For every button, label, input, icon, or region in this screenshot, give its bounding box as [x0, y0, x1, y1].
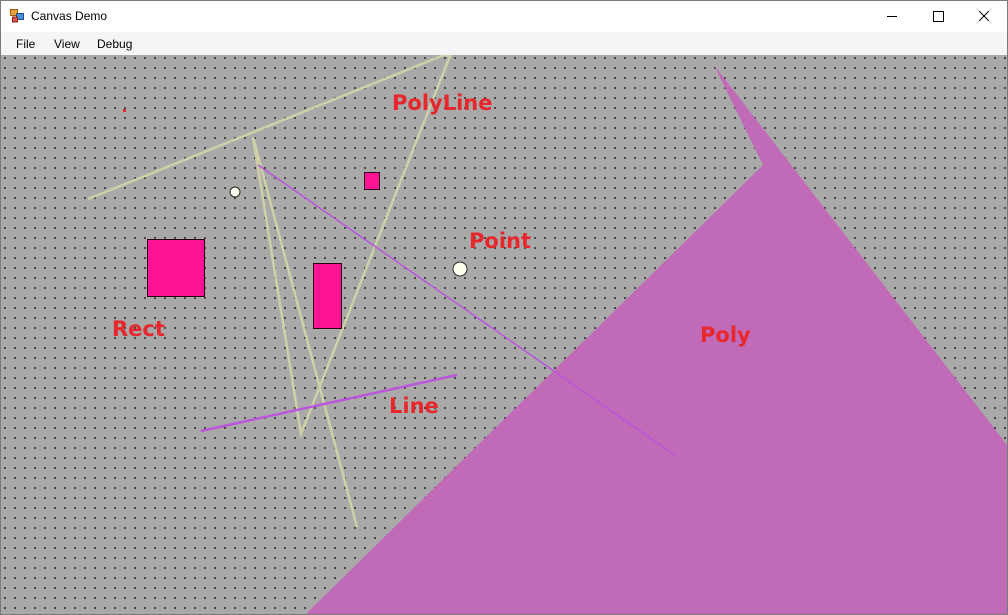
drawing-canvas[interactable]: PolyLine Point Rect Poly Line — [1, 55, 1007, 614]
rect-tall[interactable] — [313, 263, 342, 329]
menu-debug[interactable]: Debug — [97, 37, 132, 51]
maximize-icon — [933, 11, 944, 22]
menu-view[interactable]: View — [54, 37, 80, 51]
rect-small[interactable] — [364, 172, 380, 190]
label-line: Line — [389, 394, 439, 418]
app-icon — [10, 9, 24, 23]
rect-large[interactable] — [147, 239, 205, 297]
minimize-icon — [887, 16, 897, 17]
close-button[interactable] — [961, 1, 1007, 32]
label-rect: Rect — [112, 317, 165, 341]
menu-bar: File View Debug — [1, 32, 1007, 55]
title-bar[interactable]: Canvas Demo — [1, 1, 1007, 32]
app-window: Canvas Demo File View Debug PolyLine Poi… — [0, 0, 1008, 615]
label-point: Point — [469, 229, 532, 253]
point-dot[interactable] — [123, 109, 126, 112]
label-polyline: PolyLine — [392, 91, 493, 115]
minimize-button[interactable] — [869, 1, 915, 32]
point-large[interactable] — [452, 261, 468, 277]
point-small[interactable] — [229, 186, 241, 198]
menu-file[interactable]: File — [16, 37, 35, 51]
maximize-button[interactable] — [915, 1, 961, 32]
polyline-shape[interactable] — [87, 55, 452, 528]
label-poly: Poly — [700, 323, 751, 347]
close-icon — [978, 10, 990, 22]
poly-shape[interactable] — [306, 65, 1007, 614]
window-title: Canvas Demo — [31, 9, 108, 23]
